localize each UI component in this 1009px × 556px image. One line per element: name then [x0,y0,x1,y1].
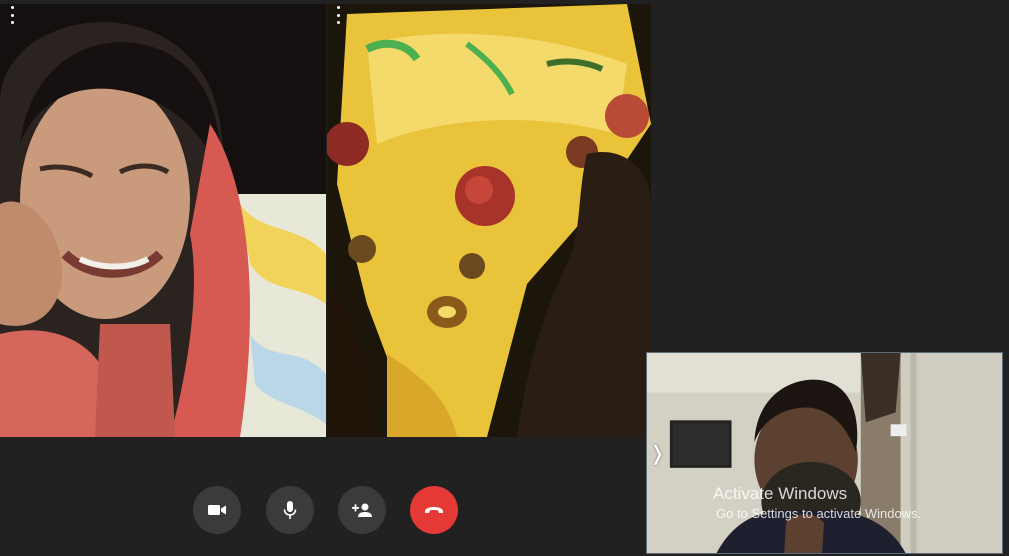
self-view-video[interactable]: ❭ Activate Windows Go to Settings to act… [646,352,1003,554]
self-view-video-frame [647,353,1002,553]
videocam-icon [208,505,226,515]
add-participant-button[interactable] [338,486,386,534]
participant-video-1[interactable] [0,4,326,437]
call-controls [193,486,459,534]
person-add-icon [352,503,372,517]
participant-1-menu-button[interactable] [6,6,18,24]
video-call-window: ❭ Activate Windows Go to Settings to act… [0,0,1009,556]
participant-2-video-frame [327,4,651,437]
more-vert-icon [336,6,340,9]
more-vert-icon-dot-2 [336,13,340,17]
participant-1-video-frame [0,4,326,437]
more-vert-icon [10,6,14,9]
more-vert-icon-dot-2 [10,13,14,17]
toggle-video-button[interactable] [193,486,241,534]
participant-2-menu-button[interactable] [332,6,344,24]
mic-icon [283,501,297,519]
chevron-right-icon[interactable]: ❭ [649,439,666,469]
end-call-button[interactable] [410,486,458,534]
toggle-mic-button[interactable] [266,486,314,534]
more-vert-icon-dot-3 [10,21,14,24]
call-end-icon [425,507,443,513]
more-vert-icon-dot-3 [336,21,340,24]
participant-video-2[interactable] [327,4,651,437]
